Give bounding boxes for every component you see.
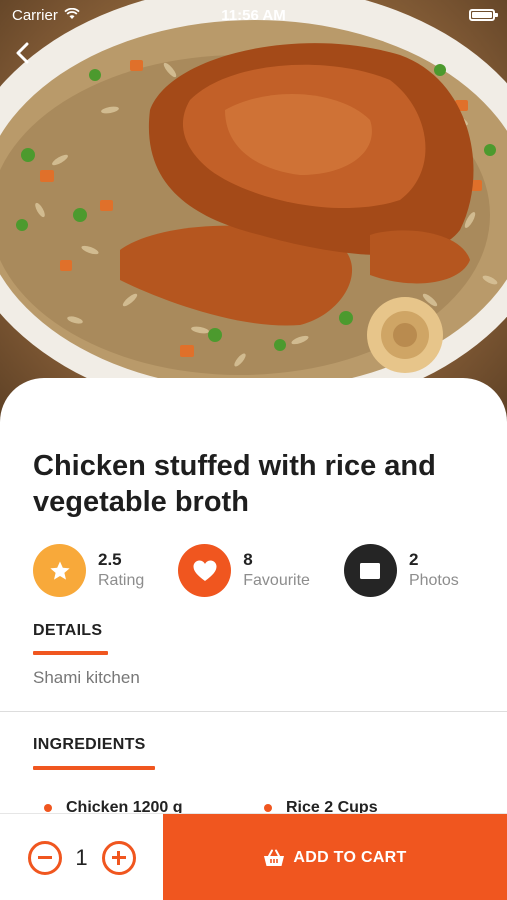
- status-time: 11:56 AM: [221, 6, 286, 24]
- stat-photos[interactable]: 2 Photos: [343, 544, 459, 597]
- add-to-cart-button[interactable]: ADD TO CART: [163, 814, 507, 900]
- rating-value: 2.5: [98, 549, 122, 569]
- back-button[interactable]: [8, 38, 38, 68]
- add-to-cart-label: ADD TO CART: [293, 848, 407, 866]
- photos-label: Photos: [408, 571, 459, 589]
- photos-badge: [343, 544, 397, 597]
- chevron-left-icon: [16, 42, 29, 64]
- status-bar: Carrier 11:56 AM: [0, 0, 507, 30]
- status-left: Carrier: [12, 7, 80, 24]
- details-text: Shami kitchen: [33, 668, 140, 687]
- basket-icon: [264, 849, 285, 866]
- favourite-label: Favourite: [243, 571, 310, 589]
- rating-text: 2.5 Rating: [98, 550, 144, 592]
- details-underline: [33, 651, 108, 655]
- favourite-badge: [178, 544, 232, 597]
- stat-favourite[interactable]: 8 Favourite: [178, 544, 310, 597]
- favourite-value: 8: [243, 549, 253, 569]
- bullet-icon: [44, 804, 52, 812]
- quantity-value: 1: [75, 844, 88, 870]
- increase-button[interactable]: [101, 840, 136, 875]
- quantity-stepper: 1: [0, 814, 163, 900]
- bullet-icon: [264, 804, 272, 812]
- minus-icon: [37, 856, 52, 859]
- rating-label: Rating: [98, 571, 145, 589]
- battery-icon: [469, 9, 498, 21]
- carrier-label: Carrier: [12, 6, 58, 24]
- bottom-bar: 1 ADD TO CART: [0, 813, 507, 900]
- stats-row: 2.5 Rating 8 Favourite 2 Photos: [33, 544, 493, 597]
- photos-value: 2: [408, 549, 419, 569]
- star-icon: [49, 561, 70, 580]
- decrease-button[interactable]: [27, 840, 62, 875]
- details-heading: DETAILS: [33, 622, 103, 639]
- favourite-text: 8 Favourite: [243, 550, 310, 592]
- ingredients-underline: [33, 766, 155, 770]
- photo-icon: [360, 562, 381, 579]
- ingredients-heading: INGREDIENTS: [33, 736, 146, 753]
- stat-rating[interactable]: 2.5 Rating: [33, 544, 144, 597]
- wifi-icon: [64, 7, 80, 24]
- rating-badge: [33, 544, 86, 597]
- recipe-hero-image: [0, 0, 507, 430]
- heart-icon: [193, 560, 217, 581]
- recipe-title: Chicken stuffed with rice and vegetable …: [33, 450, 436, 518]
- dish-illustration: [0, 0, 507, 415]
- photos-text: 2 Photos: [409, 550, 459, 592]
- section-divider: [0, 711, 507, 712]
- recipe-card: Chicken stuffed with rice and vegetable …: [0, 378, 507, 818]
